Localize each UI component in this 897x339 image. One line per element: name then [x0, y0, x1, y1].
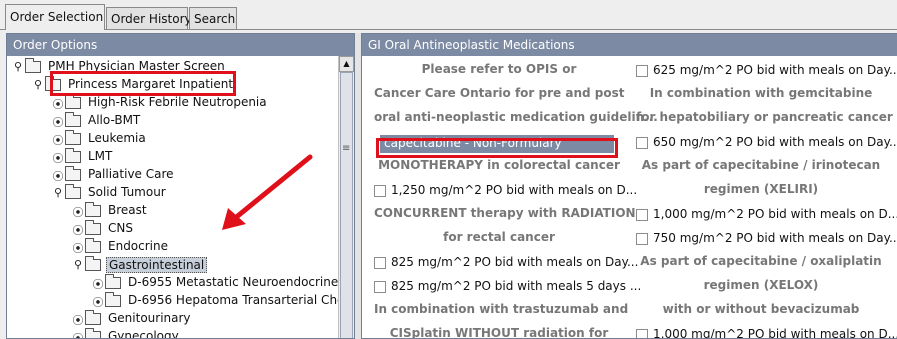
annotation-arrow-icon — [222, 154, 313, 230]
tab-order-selection[interactable]: Order Selection — [5, 4, 105, 30]
